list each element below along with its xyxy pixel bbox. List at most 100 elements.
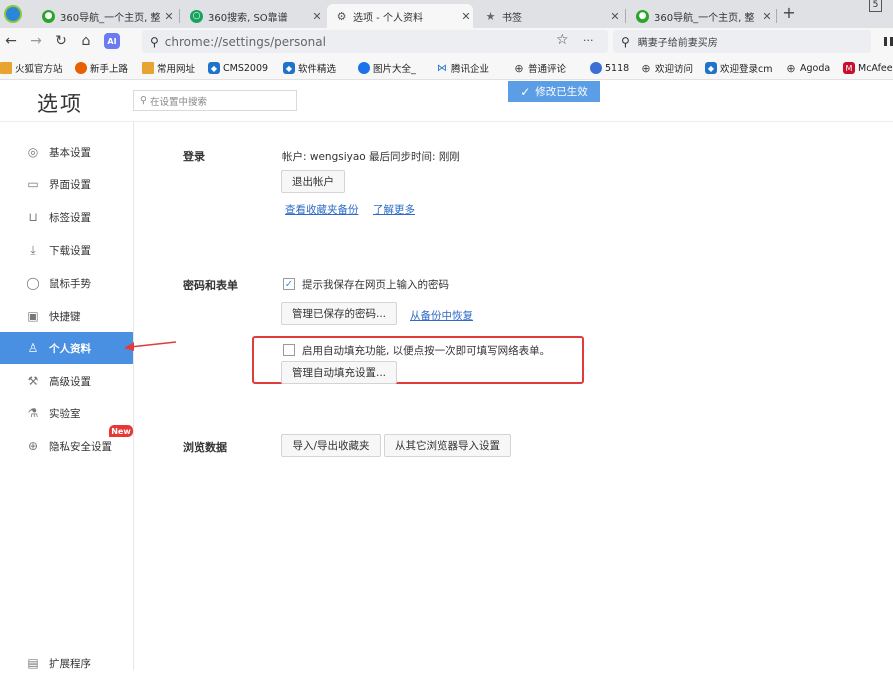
logout-button[interactable]: 退出帐户: [281, 170, 345, 193]
close-icon[interactable]: ✕: [608, 10, 622, 23]
bookmark-item[interactable]: ⊕ 普通评论: [513, 60, 566, 76]
close-icon[interactable]: ✕: [459, 10, 473, 23]
close-icon[interactable]: ✕: [760, 10, 774, 23]
bookmark-item[interactable]: ⊕ Agoda: [785, 60, 830, 76]
bookmark-item[interactable]: 新手上路: [75, 60, 128, 76]
tab-count-badge[interactable]: 5: [869, 0, 882, 12]
sidebar-item-advanced[interactable]: ⚒ 高级设置: [0, 365, 133, 397]
bookmark-label: 常用网址: [157, 64, 196, 75]
search-query: 瞒妻子给前妻买房: [637, 38, 718, 49]
import-from-other-browser-button[interactable]: 从其它浏览器导入设置: [384, 434, 511, 457]
tab-title: 360导航_一个主页, 整: [654, 12, 755, 24]
back-icon[interactable]: ←: [2, 32, 20, 50]
tab-3[interactable]: ⚙ 选项 - 个人资料 ✕: [327, 4, 473, 28]
bookmark-item[interactable]: 5118: [590, 60, 629, 76]
sidebar-item-label: 高级设置: [49, 375, 91, 388]
bookmark-label: 欢迎登录cm: [720, 64, 773, 75]
bookmark-item[interactable]: M McAfee: [843, 60, 893, 76]
keyboard-icon: ▣: [27, 309, 39, 323]
download-icon: ⤓: [30, 242, 36, 257]
learn-more-link[interactable]: 了解更多: [373, 202, 415, 217]
extensions-icon: ▤: [27, 656, 39, 670]
bookmark-item[interactable]: 常用网址: [142, 60, 195, 76]
apps-menu-icon[interactable]: [884, 37, 893, 46]
search-box[interactable]: ⚲ 瞒妻子给前妻买房: [613, 30, 871, 53]
save-password-checkbox[interactable]: ✓: [283, 278, 295, 290]
manage-autofill-button[interactable]: 管理自动填充设置...: [281, 361, 397, 384]
autofill-label: 启用自动填充功能, 以便点按一次即可填写网络表单。: [302, 345, 551, 357]
bookmark-label: 欢迎访问: [655, 64, 694, 75]
address-bar[interactable]: ⚲ chrome://settings/personal: [142, 30, 608, 53]
bookmark-item[interactable]: ⊕ 欢迎访问: [640, 60, 693, 76]
reload-icon[interactable]: ↻: [52, 32, 70, 50]
more-icon[interactable]: ···: [583, 34, 594, 47]
login-section-title: 登录: [183, 150, 205, 163]
window-icon: ▭: [27, 177, 39, 191]
wrench-icon: ⚒: [27, 374, 39, 388]
sidebar-item-profile[interactable]: ♙ 个人资料: [0, 332, 133, 364]
sidebar-item-label: 下载设置: [49, 244, 91, 257]
sidebar-item-interface[interactable]: ▭ 界面设置: [0, 168, 133, 200]
cms-icon: ◆: [208, 62, 220, 74]
tab-4[interactable]: ★ 书签 ✕: [476, 4, 622, 28]
bookmark-item[interactable]: ◆ CMS2009: [208, 60, 268, 76]
mouse-icon: ◯: [26, 276, 40, 290]
folder-icon: [0, 62, 12, 74]
bookmark-item[interactable]: ◆ 欢迎登录cm: [705, 60, 772, 76]
bookmark-label: Agoda: [800, 62, 831, 74]
import-export-bookmarks-button[interactable]: 导入/导出收藏夹: [281, 434, 381, 457]
sidebar-item-shortcuts[interactable]: ▣ 快捷键: [0, 300, 133, 332]
star-icon: ★: [485, 9, 496, 23]
5118-icon: [590, 62, 602, 74]
manage-passwords-button[interactable]: 管理已保存的密码...: [281, 302, 397, 325]
bookmark-label: 新手上路: [90, 64, 129, 75]
close-icon[interactable]: ✕: [310, 10, 324, 23]
close-icon[interactable]: ✕: [162, 10, 176, 23]
sidebar-item-tabs[interactable]: ⊔ 标签设置: [0, 201, 133, 233]
tencent-icon: ⋈: [437, 62, 447, 74]
sidebar-item-label: 界面设置: [49, 178, 91, 191]
browser-logo-icon[interactable]: [4, 5, 22, 23]
bookmark-label: 火狐官方站: [15, 64, 63, 75]
360-search-favicon-icon: ○: [190, 9, 203, 23]
home-icon[interactable]: ⌂: [77, 32, 95, 50]
search-icon: ⚲: [621, 34, 630, 49]
360-favicon-icon: ●: [42, 9, 55, 23]
save-password-label: 提示我保存在网页上输入的密码: [302, 279, 449, 291]
globe-icon: ⊕: [786, 61, 796, 75]
restore-from-backup-link[interactable]: 从备份中恢复: [410, 308, 473, 323]
sidebar-item-mouse-gesture[interactable]: ◯ 鼠标手势: [0, 267, 133, 299]
autofill-checkbox[interactable]: [283, 344, 295, 356]
tab-title: 360导航_一个主页, 整: [60, 12, 161, 24]
settings-search-input[interactable]: ⚲ 在设置中搜索: [133, 90, 297, 111]
view-bookmark-backup-link[interactable]: 查看收藏夹备份: [285, 202, 359, 217]
bookmark-label: 普通评论: [528, 64, 567, 75]
bookmark-star-icon[interactable]: ☆: [556, 32, 569, 48]
sidebar-item-label: 标签设置: [49, 211, 91, 224]
bookmark-item[interactable]: ◆ 软件精选: [283, 60, 336, 76]
tab-5[interactable]: ● 360导航_一个主页, 整 ✕: [628, 4, 774, 28]
sidebar-item-extensions[interactable]: ▤ 扩展程序: [0, 653, 133, 673]
bookmark-item[interactable]: ⋈ 腾讯企业: [436, 60, 489, 76]
tab-2[interactable]: ○ 360搜索, SO靠谱 ✕: [182, 4, 324, 28]
sidebar-item-download[interactable]: ⤓ 下载设置: [0, 234, 133, 266]
bookmark-item[interactable]: 图片大全_: [358, 60, 416, 76]
tab-separator: [776, 9, 777, 23]
sidebar-item-basic[interactable]: ◎ 基本设置: [0, 136, 133, 168]
shield-icon: ⊕: [27, 439, 39, 453]
360-favicon-icon: ●: [636, 9, 649, 23]
annotation-arrow: [124, 341, 177, 351]
passwords-section-title: 密码和表单: [183, 279, 238, 292]
cms-icon: ◆: [283, 62, 295, 74]
bookmark-label: 腾讯企业: [451, 64, 490, 75]
bookmark-item[interactable]: 火狐官方站: [0, 60, 63, 76]
bookmark-label: 软件精选: [298, 64, 337, 75]
tab-separator: [625, 9, 626, 23]
forward-icon[interactable]: →: [27, 32, 45, 50]
baidu-image-icon: [358, 62, 370, 74]
tab-1[interactable]: ● 360导航_一个主页, 整 ✕: [34, 4, 176, 28]
new-tab-button[interactable]: +: [781, 4, 797, 22]
sidebar-item-label: 隐私安全设置: [49, 440, 112, 453]
ai-assistant-icon[interactable]: AI: [104, 33, 120, 49]
person-icon: ♙: [27, 341, 39, 355]
